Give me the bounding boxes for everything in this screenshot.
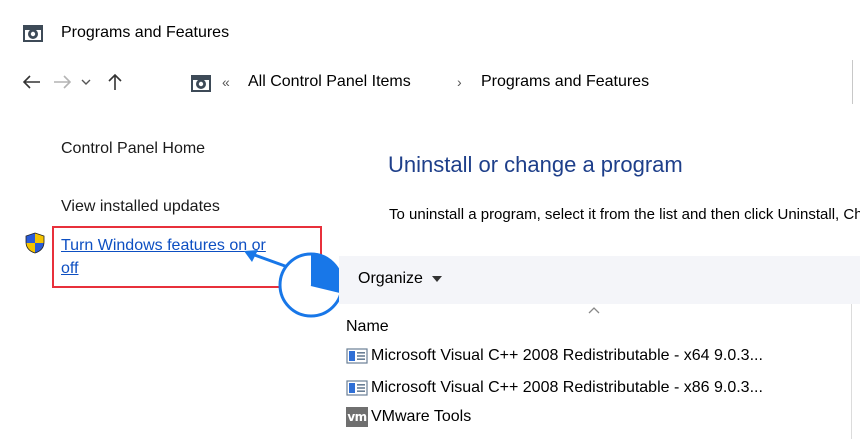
breadcrumb-programs-and-features[interactable]: Programs and Features	[481, 71, 649, 93]
arrow-up-icon	[108, 73, 122, 90]
organize-label: Organize	[358, 270, 423, 287]
control-panel-home-link[interactable]: Control Panel Home	[61, 138, 205, 160]
pointer-annotation	[244, 250, 344, 318]
program-row[interactable]: Microsoft Visual C++ 2008 Redistributabl…	[346, 377, 763, 399]
uac-shield-icon	[25, 232, 45, 254]
arrow-left-icon	[23, 75, 40, 89]
control-panel-icon	[23, 25, 43, 42]
program-name: Microsoft Visual C++ 2008 Redistributabl…	[371, 347, 763, 364]
breadcrumb-all-control-panel-items[interactable]: All Control Panel Items	[248, 71, 411, 93]
installer-icon	[346, 348, 368, 364]
column-header-name[interactable]: Name	[346, 316, 389, 338]
column-divider	[851, 304, 852, 439]
page-description: To uninstall a program, select it from t…	[389, 206, 860, 223]
program-name: VMware Tools	[371, 408, 472, 425]
view-installed-updates-link[interactable]: View installed updates	[61, 196, 220, 218]
chevron-down-icon	[81, 79, 91, 85]
forward-button[interactable]	[50, 70, 74, 94]
program-name: Microsoft Visual C++ 2008 Redistributabl…	[371, 379, 763, 396]
address-bar-border	[852, 60, 853, 104]
recent-locations-button[interactable]	[78, 70, 94, 94]
program-row[interactable]: vm VMware Tools	[346, 406, 471, 428]
arrow-right-icon	[54, 75, 71, 89]
up-button[interactable]	[103, 70, 127, 94]
back-button[interactable]	[20, 70, 44, 94]
sort-ascending-icon	[588, 307, 600, 314]
organize-button[interactable]: Organize	[358, 268, 442, 290]
program-row[interactable]: Microsoft Visual C++ 2008 Redistributabl…	[346, 345, 763, 367]
breadcrumb-overflow[interactable]: «	[222, 72, 230, 92]
control-panel-icon	[191, 75, 211, 92]
page-title: Uninstall or change a program	[388, 152, 683, 177]
breadcrumb-separator[interactable]: ›	[457, 72, 462, 92]
caret-down-icon	[431, 276, 442, 282]
vmware-icon: vm	[346, 407, 368, 427]
installer-icon	[346, 380, 368, 396]
window-title: Programs and Features	[61, 24, 230, 41]
